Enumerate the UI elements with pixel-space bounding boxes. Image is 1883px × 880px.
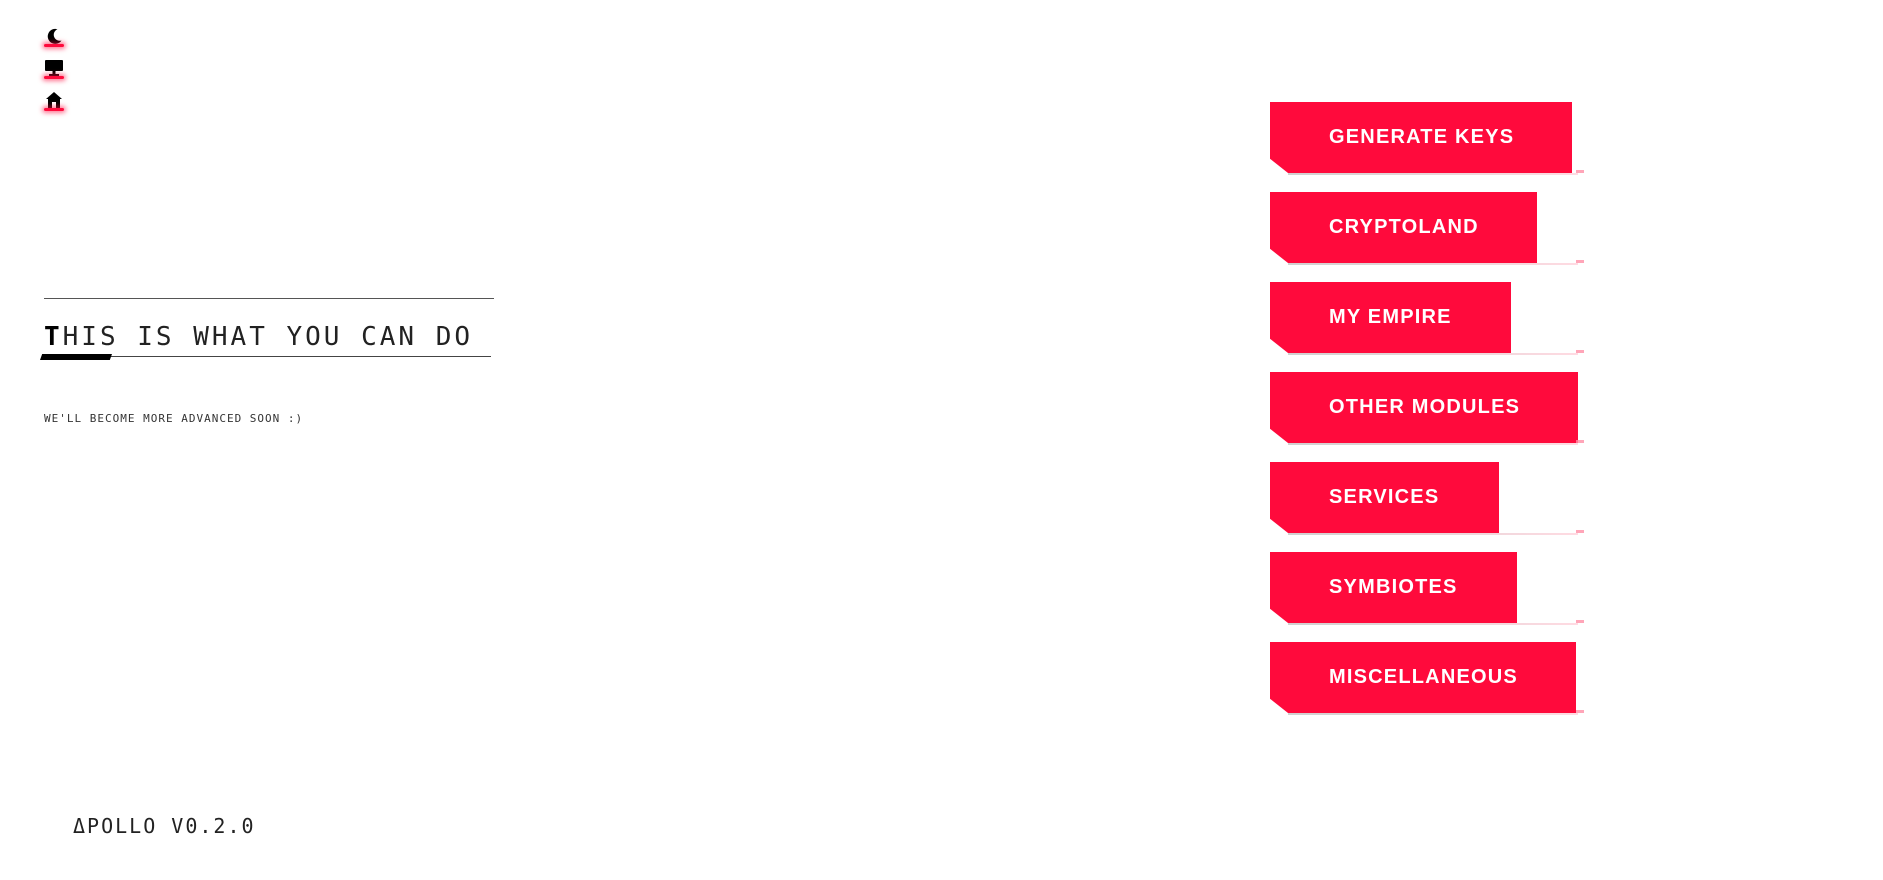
- menu-item-wrapper: CRYPTOLAND: [1270, 192, 1584, 282]
- button-label: GENERATE KEYS: [1329, 126, 1515, 148]
- cryptoland-button[interactable]: CRYPTOLAND: [1270, 192, 1537, 263]
- my-empire-button[interactable]: MY EMPIRE: [1270, 282, 1511, 353]
- menu-item-wrapper: GENERATE KEYS: [1270, 102, 1584, 192]
- generate-keys-button[interactable]: GENERATE KEYS: [1270, 102, 1572, 173]
- button-label: MY EMPIRE: [1329, 306, 1452, 328]
- symbiotes-button[interactable]: SYMBIOTES: [1270, 552, 1517, 623]
- button-label: CRYPTOLAND: [1329, 216, 1479, 238]
- services-button[interactable]: SERVICES: [1270, 462, 1499, 533]
- page-title-rest: HIS IS WHAT YOU CAN DO: [62, 322, 474, 352]
- menu-item-wrapper: MY EMPIRE: [1270, 282, 1584, 372]
- menu-item-wrapper: SYMBIOTES: [1270, 552, 1584, 642]
- app-version: ΔPOLLO V0.2.0: [73, 814, 256, 838]
- page-subtitle: WE'LL BECOME MORE ADVANCED SOON :): [44, 412, 304, 425]
- divider: [44, 298, 494, 299]
- module-menu: GENERATE KEYS CRYPTOLAND MY EMPIRE OTHER…: [1270, 102, 1584, 732]
- other-modules-button[interactable]: OTHER MODULES: [1270, 372, 1578, 443]
- menu-item-wrapper: SERVICES: [1270, 462, 1584, 552]
- button-label: SYMBIOTES: [1329, 576, 1458, 598]
- menu-item-wrapper: MISCELLANEOUS: [1270, 642, 1584, 732]
- miscellaneous-button[interactable]: MISCELLANEOUS: [1270, 642, 1576, 713]
- menu-item-wrapper: OTHER MODULES: [1270, 372, 1584, 462]
- title-underline: [40, 354, 491, 360]
- page-title-first-letter: T: [44, 322, 63, 352]
- title-accent-bar: [40, 354, 112, 360]
- moon-icon[interactable]: [42, 23, 66, 47]
- button-label: SERVICES: [1329, 486, 1440, 508]
- button-label: MISCELLANEOUS: [1329, 666, 1518, 688]
- intro-section: THIS IS WHAT YOU CAN DO WE'LL BECOME MOR…: [40, 298, 494, 425]
- button-label: OTHER MODULES: [1329, 396, 1521, 418]
- page-title: THIS IS WHAT YOU CAN DO: [44, 322, 494, 352]
- home-icon[interactable]: [42, 87, 66, 111]
- icon-rail: [42, 23, 66, 111]
- monitor-icon[interactable]: [42, 55, 66, 79]
